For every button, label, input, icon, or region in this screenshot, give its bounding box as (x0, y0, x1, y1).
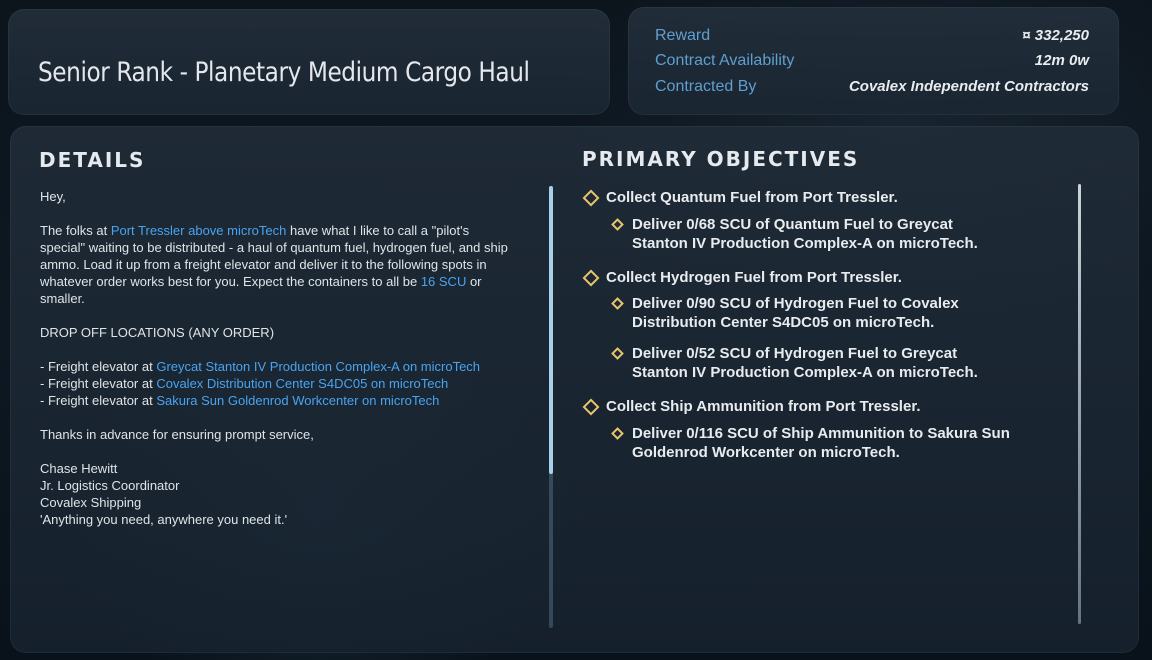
sub-objective-item: Deliver 0/68 SCU of Quantum Fuel to Grey… (582, 215, 1012, 253)
details-text[interactable]: Hey, The folks at Port Tressler above mi… (40, 188, 510, 528)
sub-objective-label: Deliver 0/52 SCU of Hydrogen Fuel to Gre… (632, 345, 978, 381)
objective-item: Collect Hydrogen Fuel from Port Tressler… (582, 268, 1052, 287)
details-scrollbar-thumb[interactable] (549, 186, 553, 474)
objective-item: Collect Quantum Fuel from Port Tressler. (582, 188, 1052, 207)
objective-label: Collect Quantum Fuel from Port Tressler. (606, 189, 898, 206)
reward-row: Reward ¤ 332,250 (655, 27, 1089, 49)
diamond-icon (582, 269, 600, 287)
contract-body-panel: DETAILS Hey, The folks at Port Tressler … (10, 126, 1139, 653)
thanks-line: Thanks in advance for ensuring prompt se… (40, 427, 314, 442)
signature-name: Chase Hewitt (40, 461, 118, 476)
link-location-2[interactable]: Covalex Distribution Center S4DC05 on mi… (156, 376, 448, 391)
details-paragraph: The folks at Port Tressler above microTe… (40, 222, 510, 307)
contracted-by-label: Contracted By (655, 78, 757, 95)
dropoff-locations: - Freight elevator at Greycat Stanton IV… (40, 358, 510, 409)
objective-label: Collect Ship Ammunition from Port Tressl… (606, 398, 921, 415)
objective-label: Collect Hydrogen Fuel from Port Tressler… (606, 269, 902, 286)
diamond-icon (611, 218, 624, 231)
link-16-scu[interactable]: 16 SCU (421, 274, 467, 289)
signature-title: Jr. Logistics Coordinator (40, 478, 180, 493)
loc-prefix: - Freight elevator at (40, 359, 157, 374)
link-port-tressler[interactable]: Port Tressler above microTech (111, 223, 287, 238)
objective-item: Collect Ship Ammunition from Port Tressl… (582, 397, 1052, 416)
contracted-by-value: Covalex Independent Contractors (848, 78, 1089, 95)
signature: Chase Hewitt Jr. Logistics Coordinator C… (40, 460, 510, 528)
details-scrollbar[interactable] (549, 186, 553, 628)
text-span: The folks at (40, 223, 111, 238)
sub-objective-label: Deliver 0/68 SCU of Quantum Fuel to Grey… (632, 216, 978, 252)
diamond-icon (611, 297, 624, 310)
diamond-icon (582, 398, 600, 416)
sub-objective-label: Deliver 0/116 SCU of Ship Ammunition to … (632, 425, 1010, 461)
sub-objective-item: Deliver 0/52 SCU of Hydrogen Fuel to Gre… (582, 344, 1012, 382)
sub-objective-label: Deliver 0/90 SCU of Hydrogen Fuel to Cov… (632, 295, 959, 331)
diamond-icon (582, 189, 600, 207)
loc-prefix: - Freight elevator at (40, 376, 157, 391)
reward-label: Reward (655, 27, 711, 44)
objectives-heading: PRIMARY OBJECTIVES (582, 147, 860, 171)
sub-objective-item: Deliver 0/116 SCU of Ship Ammunition to … (582, 424, 1012, 462)
details-heading: DETAILS (39, 148, 146, 172)
sub-objective-item: Deliver 0/90 SCU of Hydrogen Fuel to Cov… (582, 294, 1012, 332)
availability-row: Contract Availability 12m 0w (655, 52, 1089, 74)
reward-value: ¤ 332,250 (1022, 27, 1089, 44)
availability-label: Contract Availability (655, 52, 795, 69)
availability-value: 12m 0w (1034, 52, 1089, 69)
dropoff-heading: DROP OFF LOCATIONS (ANY ORDER) (40, 325, 275, 340)
diamond-icon (611, 347, 624, 360)
signature-company: Covalex Shipping (40, 495, 142, 510)
contract-title: Senior Rank - Planetary Medium Cargo Hau… (38, 57, 530, 88)
contract-info-panel: Reward ¤ 332,250 Contract Availability 1… (628, 7, 1119, 115)
signature-motto: 'Anything you need, anywhere you need it… (40, 512, 288, 527)
diamond-icon (611, 427, 624, 440)
loc-prefix: - Freight elevator at (40, 393, 157, 408)
link-location-1[interactable]: Greycat Stanton IV Production Complex-A … (156, 359, 480, 374)
contracted-by-row: Contracted By Covalex Independent Contra… (655, 78, 1089, 100)
objectives-scroll-edge (1078, 184, 1081, 624)
objectives-list: Collect Quantum Fuel from Port Tressler.… (582, 188, 1052, 462)
title-panel: Senior Rank - Planetary Medium Cargo Hau… (8, 9, 610, 115)
greeting: Hey, (40, 189, 66, 204)
link-location-3[interactable]: Sakura Sun Goldenrod Workcenter on micro… (156, 393, 439, 408)
